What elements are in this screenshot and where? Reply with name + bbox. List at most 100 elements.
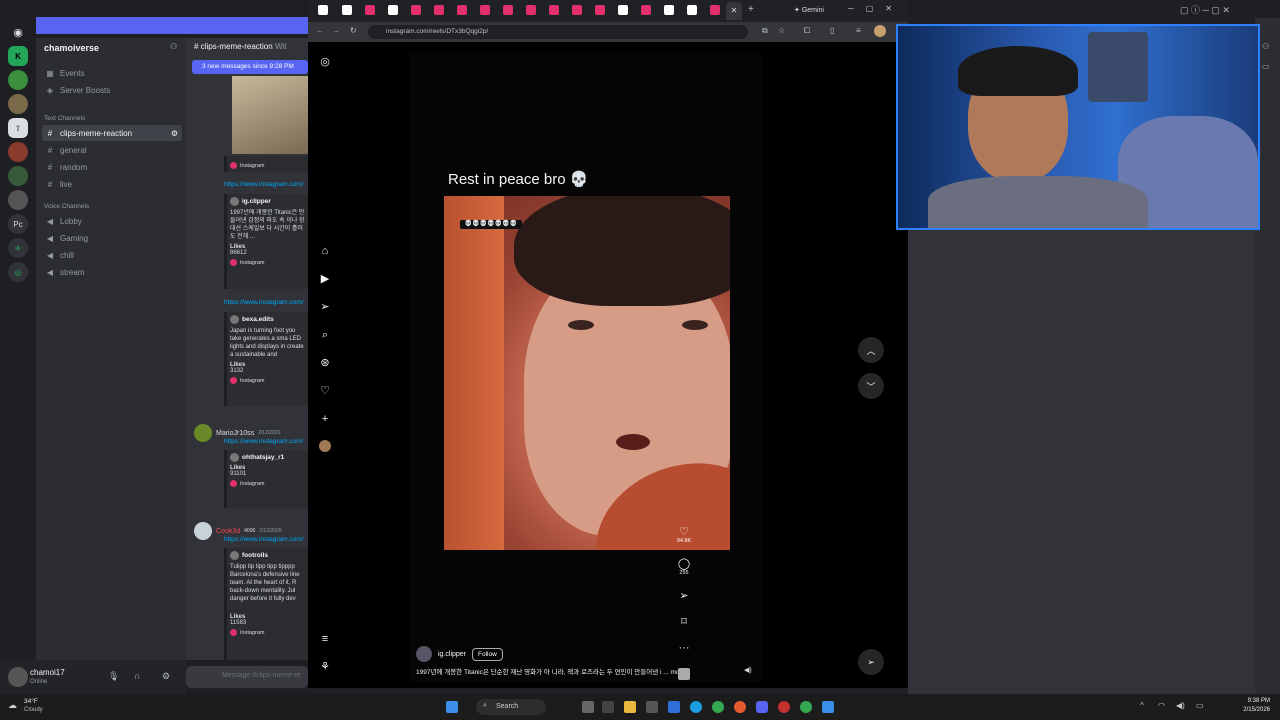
tab-tiktok-icon[interactable] [687, 5, 697, 15]
audio-action[interactable] [672, 668, 696, 680]
discord-icon[interactable] [756, 701, 768, 713]
reels-icon[interactable]: ▶ [318, 272, 332, 286]
messages-send-icon[interactable]: ➢ [318, 300, 332, 314]
server-icon-7[interactable] [8, 190, 28, 210]
server-icon-2[interactable] [8, 70, 28, 90]
tab-instagram-icon[interactable] [572, 5, 582, 15]
voice-channel-lobby[interactable]: ◀ Lobby [42, 213, 182, 229]
file-explorer-icon[interactable] [624, 701, 636, 713]
tab-tiktok-icon[interactable] [318, 5, 328, 15]
channel-clips-meme-reaction[interactable]: # clips-meme-reaction ⚙ [42, 125, 182, 141]
chrome-icon[interactable] [712, 701, 724, 713]
tab-tiktok-icon[interactable] [618, 5, 628, 15]
tab-gemini[interactable]: ✦ Gemini [794, 6, 824, 14]
battery-icon[interactable]: ▭ [1196, 701, 1204, 710]
add-friend-icon[interactable]: ⚇ [170, 42, 177, 51]
bookmark-star-icon[interactable]: ☆ [778, 26, 785, 35]
profile-avatar[interactable] [874, 25, 886, 37]
tab-tiktok-icon[interactable] [664, 5, 674, 15]
server-icon-pc[interactable]: Pc [8, 214, 28, 234]
tab-instagram-icon[interactable] [434, 5, 444, 15]
user-avatar[interactable] [8, 667, 28, 687]
discord-window-controls[interactable]: ▢ ⓘ ─ ▢ ✕ [1180, 3, 1230, 16]
next-reel-chevron-down-icon[interactable]: ﹀ [858, 373, 884, 399]
server-boosts-item[interactable]: ◈ Server Boosts [42, 82, 182, 98]
server-icon-6[interactable] [8, 166, 28, 186]
obs-icon[interactable] [778, 701, 790, 713]
create-plus-icon[interactable]: + [318, 412, 332, 426]
members-icon[interactable]: ⚇ [1262, 42, 1269, 51]
avatar[interactable] [194, 522, 212, 540]
weather-cloud-icon[interactable]: ☁ [8, 700, 17, 711]
instagram-logo-icon[interactable]: ◎ [318, 55, 332, 69]
embed-thumbnail[interactable] [232, 76, 308, 154]
author-name[interactable]: Cook3d [216, 528, 240, 535]
back-arrow-icon[interactable]: ← [316, 26, 324, 35]
inbox-icon[interactable]: ▭ [1262, 62, 1270, 71]
wifi-icon[interactable]: ◠ [1158, 701, 1165, 710]
task-view-icon[interactable] [582, 701, 594, 713]
events-item[interactable]: ▦ Events [42, 65, 182, 81]
text-channels-category[interactable]: Text Channels [44, 115, 85, 122]
tab-instagram-icon[interactable] [365, 5, 375, 15]
reel-caption[interactable]: 1997년에 개봉한 Titanic은 단순한 재난 영화가 아 니라, 잭과 … [416, 666, 746, 676]
tab-instagram-icon[interactable] [503, 5, 513, 15]
like-action[interactable]: ♡ 94.8K [672, 526, 696, 544]
weather-temp[interactable]: 34°F [24, 698, 38, 705]
channel-general[interactable]: # general [42, 142, 182, 158]
mute-speaker-icon[interactable]: ◀) [744, 666, 752, 674]
tab-instagram-icon[interactable] [526, 5, 536, 15]
widgets-icon[interactable] [602, 701, 614, 713]
more-menu-icon[interactable]: ≡ [318, 632, 332, 646]
active-tab-close-icon[interactable]: ✕ [726, 2, 742, 20]
reel-viewer[interactable]: Rest in peace bro 💀 💀💀💀💀💀💀💀 ig.clipper F… [410, 52, 762, 682]
tab-instagram-icon[interactable] [411, 5, 421, 15]
tab-tiktok-icon[interactable] [342, 5, 352, 15]
clock-time[interactable]: 9:38 PM [1236, 698, 1270, 704]
comment-action[interactable]: ◯ 255 [672, 558, 696, 576]
server-icon-k[interactable]: K [8, 46, 28, 66]
author-username[interactable]: ig.clipper [438, 651, 466, 658]
discord-home-icon[interactable]: ◉ [8, 22, 28, 42]
previous-reel-chevron-up-icon[interactable]: ︿ [858, 337, 884, 363]
mail-icon[interactable] [668, 701, 680, 713]
instagram-link[interactable]: https://www.instagram.com/ [224, 181, 303, 188]
tab-tiktok-icon[interactable] [388, 5, 398, 15]
author-name[interactable]: MarioJr10ss [216, 430, 254, 437]
store-icon[interactable] [646, 701, 658, 713]
tab-instagram-icon[interactable] [457, 5, 467, 15]
window-controls[interactable]: ─▢✕ [848, 4, 904, 13]
tab-instagram-icon[interactable] [641, 5, 651, 15]
share-action[interactable]: ➢ [672, 590, 696, 602]
home-icon[interactable]: ⌂ [318, 244, 332, 258]
follow-button[interactable]: Follow [472, 647, 503, 661]
extensions-icon[interactable]: ⧠ [804, 26, 810, 36]
weather-desc[interactable]: Cloudy [24, 707, 43, 713]
tab-instagram-icon[interactable] [549, 5, 559, 15]
tab-instagram-icon[interactable] [595, 5, 605, 15]
install-app-icon[interactable]: ⧉ [762, 26, 768, 36]
voice-channel-gaming[interactable]: ◀ Gaming [42, 230, 182, 246]
user-settings-icon[interactable]: ⚙ [162, 671, 170, 682]
brave-icon[interactable] [734, 701, 746, 713]
url-field[interactable]: instagram.com/reels/DTx3bQqgi2p/ [368, 25, 748, 39]
forward-arrow-icon[interactable]: → [332, 26, 340, 35]
reload-icon[interactable]: ↻ [350, 26, 357, 35]
profile-avatar[interactable] [319, 440, 331, 452]
volume-icon[interactable]: ◀) [1176, 701, 1185, 710]
start-windows-icon[interactable] [446, 701, 458, 713]
new-messages-banner[interactable]: 3 new messages since 9:28 PM [192, 60, 308, 74]
chrome-active-icon[interactable] [800, 701, 812, 713]
server-icon-3[interactable] [8, 94, 28, 114]
clock-date[interactable]: 2/15/2026 [1236, 707, 1270, 713]
tray-chevron-up-icon[interactable]: ^ [1140, 701, 1144, 710]
tab-instagram-icon[interactable] [710, 5, 720, 15]
app-icon[interactable] [822, 701, 834, 713]
reel-video[interactable]: 💀💀💀💀💀💀💀 [444, 196, 730, 550]
explore-compass-icon[interactable]: ⊛ [318, 356, 332, 370]
edge-icon[interactable] [690, 701, 702, 713]
add-server-icon[interactable]: + [8, 238, 28, 258]
new-tab-icon[interactable]: + [748, 4, 754, 15]
channel-live[interactable]: # live [42, 176, 182, 192]
tab-instagram-icon[interactable] [480, 5, 490, 15]
